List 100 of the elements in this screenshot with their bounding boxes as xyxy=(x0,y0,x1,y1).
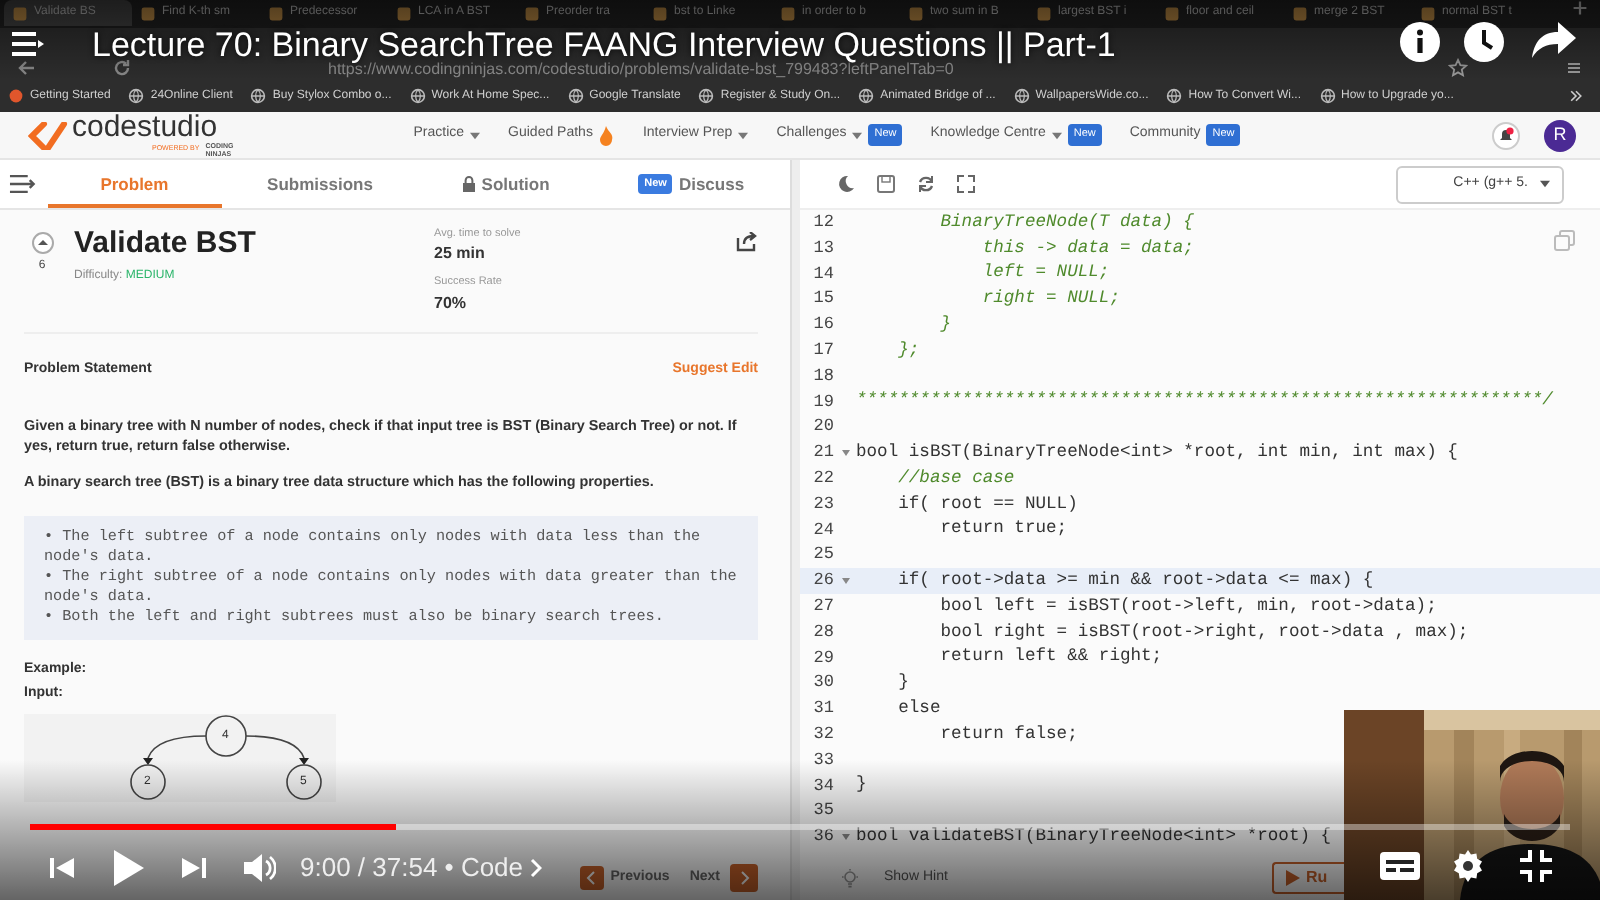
caret-icon xyxy=(1051,131,1062,139)
line-number: 36 xyxy=(811,824,834,850)
globe-icon xyxy=(250,88,267,104)
line-number: 16 xyxy=(811,312,834,338)
upvote-icon[interactable] xyxy=(31,232,53,254)
panel-tab[interactable]: Problem xyxy=(47,164,222,208)
caret-icon xyxy=(852,131,863,139)
chevron-right-icon[interactable] xyxy=(529,858,542,878)
line-number: 32 xyxy=(811,721,834,748)
code-line: left = NULL; xyxy=(980,260,1110,287)
line-number: 17 xyxy=(811,338,834,364)
favicon-icon xyxy=(396,5,412,21)
line-number: 29 xyxy=(811,645,834,671)
volume-icon[interactable] xyxy=(244,854,276,882)
lock-icon xyxy=(461,176,476,192)
play-icon[interactable] xyxy=(112,850,144,886)
play-icon xyxy=(1286,870,1300,886)
chevron-left-icon xyxy=(580,866,605,890)
bell-icon[interactable] xyxy=(1492,121,1520,149)
favicon-icon xyxy=(1036,5,1052,21)
fold-icon[interactable] xyxy=(841,834,849,841)
code-line: right = NULL; xyxy=(980,286,1120,313)
fullscreen-icon[interactable] xyxy=(956,174,976,194)
next-icon[interactable] xyxy=(180,854,208,882)
clock-icon[interactable] xyxy=(1464,22,1504,62)
globe-icon xyxy=(409,88,426,104)
globe-icon xyxy=(567,88,584,104)
stat-value: 70% xyxy=(434,291,469,315)
panel-tab[interactable]: Submissions xyxy=(233,164,407,208)
code-line: return false; xyxy=(938,721,1078,748)
previous-icon[interactable] xyxy=(48,854,76,882)
code-line: if( root->data >= min && root->data <= max) { xyxy=(896,567,1374,594)
code-line: } xyxy=(856,772,867,799)
reload-icon[interactable] xyxy=(112,58,132,78)
settings-icon[interactable] xyxy=(1452,850,1484,882)
fire-icon xyxy=(598,125,615,145)
progress-track[interactable] xyxy=(30,824,1570,830)
code-line: } xyxy=(896,670,909,697)
exit-fullscreen-icon[interactable] xyxy=(1520,850,1552,882)
new-tab-icon[interactable] xyxy=(1572,0,1588,16)
favicon-icon xyxy=(524,5,540,21)
menu-icon[interactable] xyxy=(12,30,44,58)
code-line: *****************************************************************/ xyxy=(856,388,1553,415)
line-number: 15 xyxy=(811,286,834,313)
code-line: BinaryTreeNode(T data) { xyxy=(938,210,1194,236)
star-icon[interactable] xyxy=(1448,58,1468,78)
panel-tab[interactable]: Solution xyxy=(418,164,593,208)
code-line: bool right = isBST(root->right, root->data , max); xyxy=(938,619,1469,646)
line-number: 20 xyxy=(811,414,834,441)
code-line: this -> data = data; xyxy=(980,235,1194,262)
fold-icon[interactable] xyxy=(841,578,849,585)
line-number: 27 xyxy=(811,593,834,620)
video-title: Lecture 70: Binary SearchTree FAANG Interview Questions || Part-1 xyxy=(92,28,1116,62)
chevron-right-icon xyxy=(730,864,758,892)
code-line: return left && right; xyxy=(938,644,1163,671)
logo-text[interactable]: codestudio xyxy=(72,112,238,142)
code-line: if( root == NULL) xyxy=(896,491,1078,518)
collapse-panel-icon[interactable] xyxy=(8,174,36,194)
problem-title: Validate BST xyxy=(74,226,258,262)
logo-icon[interactable] xyxy=(28,121,68,149)
globe-icon xyxy=(1319,88,1335,104)
share-icon[interactable] xyxy=(736,232,758,252)
subtitles-icon[interactable] xyxy=(1380,852,1420,880)
code-line: return true; xyxy=(938,516,1068,543)
caret-icon xyxy=(470,131,481,139)
code-line: bool isBST(BinaryTreeNode<int> *root, int min, int max) { xyxy=(856,439,1458,466)
line-number: 34 xyxy=(811,773,834,799)
globe-icon xyxy=(858,88,875,104)
globe-icon xyxy=(128,88,145,104)
line-number: 30 xyxy=(811,670,834,697)
favicon-icon xyxy=(12,5,28,21)
code-line: //base case xyxy=(896,465,1015,492)
code-line: else xyxy=(896,695,941,722)
save-icon[interactable] xyxy=(876,174,896,194)
favicon-icon xyxy=(268,5,284,21)
line-number: 35 xyxy=(811,798,834,825)
fold-icon[interactable] xyxy=(841,450,849,457)
globe-icon xyxy=(1166,88,1183,104)
line-number: 23 xyxy=(811,491,834,518)
bulb-icon xyxy=(840,868,860,888)
avatar[interactable]: R xyxy=(1544,119,1576,151)
more-bookmarks-icon[interactable] xyxy=(1568,88,1584,104)
moon-icon[interactable] xyxy=(836,174,856,194)
refresh-icon[interactable] xyxy=(916,174,936,194)
line-number: 13 xyxy=(811,235,834,262)
code-line: }; xyxy=(896,337,920,364)
favicon-icon xyxy=(140,5,156,21)
time-display: 9:00 / 37:54 • Code xyxy=(300,850,524,887)
favicon-icon xyxy=(780,5,796,21)
address-field[interactable]: https://www.codingninjas.com/codestudio/problems/validate-bst_799483?leftPanelTab=0 xyxy=(328,62,1432,78)
favicon-icon xyxy=(1420,5,1436,21)
favicon-icon xyxy=(908,5,924,21)
info-icon[interactable] xyxy=(1400,22,1440,62)
line-number: 14 xyxy=(811,261,834,287)
share-icon[interactable] xyxy=(1532,22,1576,58)
code-line: bool left = isBST(root->left, min, root->data); xyxy=(938,593,1437,620)
stat-value: 25 min xyxy=(434,242,487,267)
back-icon[interactable] xyxy=(16,58,36,78)
code-line: bool validateBST(BinaryTreeNode<int> *root) { xyxy=(856,823,1332,850)
line-number: 28 xyxy=(811,619,834,646)
